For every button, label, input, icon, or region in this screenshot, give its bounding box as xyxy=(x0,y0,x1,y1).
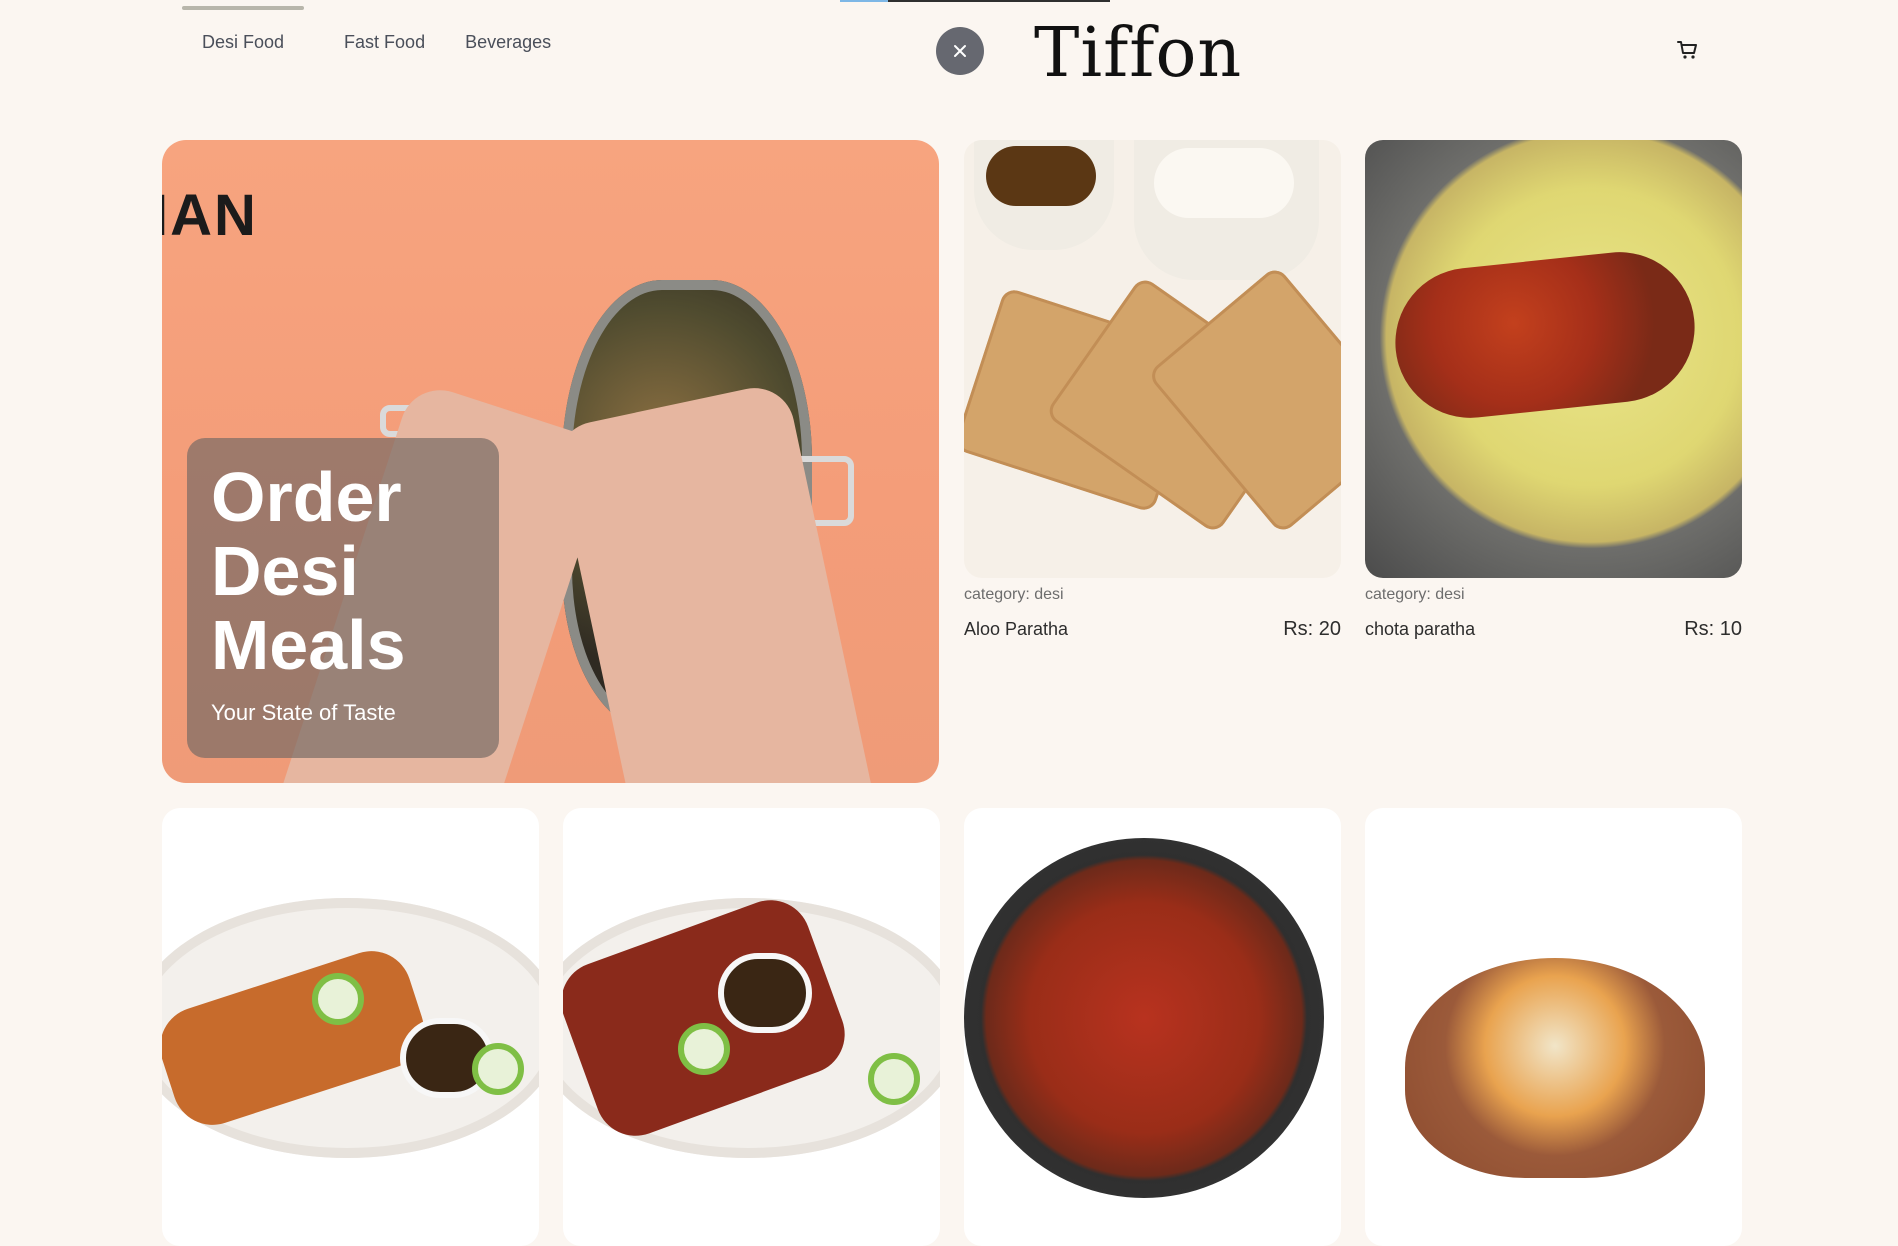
handi-pot xyxy=(1405,958,1705,1178)
product-card[interactable] xyxy=(964,808,1341,1246)
product-card-aloo-paratha[interactable]: category: desi Aloo Paratha Rs: 20 xyxy=(964,140,1341,641)
hero-title: Order Desi Meals xyxy=(211,458,406,684)
product-name: Aloo Paratha xyxy=(964,619,1069,639)
product-info-row: chota paratha Rs: 10 xyxy=(1365,618,1742,641)
product-category: category: desi xyxy=(1365,586,1465,603)
pepper-slice xyxy=(678,1023,730,1075)
pepper-slice xyxy=(472,1043,524,1095)
product-image-chicken xyxy=(563,808,940,1246)
pepper-slice xyxy=(312,973,364,1025)
product-name: chota paratha xyxy=(1365,619,1476,639)
loading-progress-segment xyxy=(840,0,888,2)
close-icon xyxy=(954,45,966,57)
close-button[interactable] xyxy=(936,27,984,75)
top-loading-bar xyxy=(840,0,1110,2)
nav-tab-beverages[interactable]: Beverages xyxy=(465,32,551,53)
chota-paratha-filling xyxy=(1387,244,1703,426)
hero-promo-card: Order Desi Meals Your State of Taste xyxy=(187,438,499,758)
product-image-handi xyxy=(1365,808,1742,1246)
product-image-aloo-paratha xyxy=(964,140,1341,578)
sauce-cup xyxy=(718,953,812,1033)
bowl-yogurt xyxy=(1134,140,1319,280)
bowl-pickle xyxy=(974,140,1114,250)
nav-tab-desi-food[interactable]: Desi Food xyxy=(182,5,305,53)
pepper-slice xyxy=(868,1053,920,1105)
product-card[interactable] xyxy=(1365,808,1742,1246)
nav-tab-fast-food[interactable]: Fast Food xyxy=(344,32,425,53)
cart-button[interactable] xyxy=(1676,38,1700,62)
product-image-chota-paratha xyxy=(1365,140,1742,578)
category-nav: Desi Food Fast Food Beverages xyxy=(182,5,591,72)
product-info-row: Aloo Paratha Rs: 20 xyxy=(964,618,1341,641)
cart-icon xyxy=(1677,41,1697,59)
product-image-karahi xyxy=(964,808,1341,1246)
product-price: Rs: 20 xyxy=(1283,618,1341,640)
product-card[interactable] xyxy=(563,808,940,1246)
product-card[interactable] xyxy=(162,808,539,1246)
brand-logo[interactable]: Tiffon xyxy=(1034,14,1242,93)
hero-subtitle: Your State of Taste xyxy=(211,700,396,725)
karahi-pan xyxy=(964,838,1324,1198)
product-image-fish xyxy=(162,808,539,1246)
product-category: category: desi xyxy=(964,586,1064,603)
hero-hand-right xyxy=(550,380,894,783)
product-card-chota-paratha[interactable]: category: desi chota paratha Rs: 10 xyxy=(1365,140,1742,641)
hero-banner[interactable]: IAN Order Desi Meals Your State of Taste xyxy=(162,140,939,783)
product-price: Rs: 10 xyxy=(1684,618,1742,640)
hero-background-text: IAN xyxy=(162,183,258,248)
